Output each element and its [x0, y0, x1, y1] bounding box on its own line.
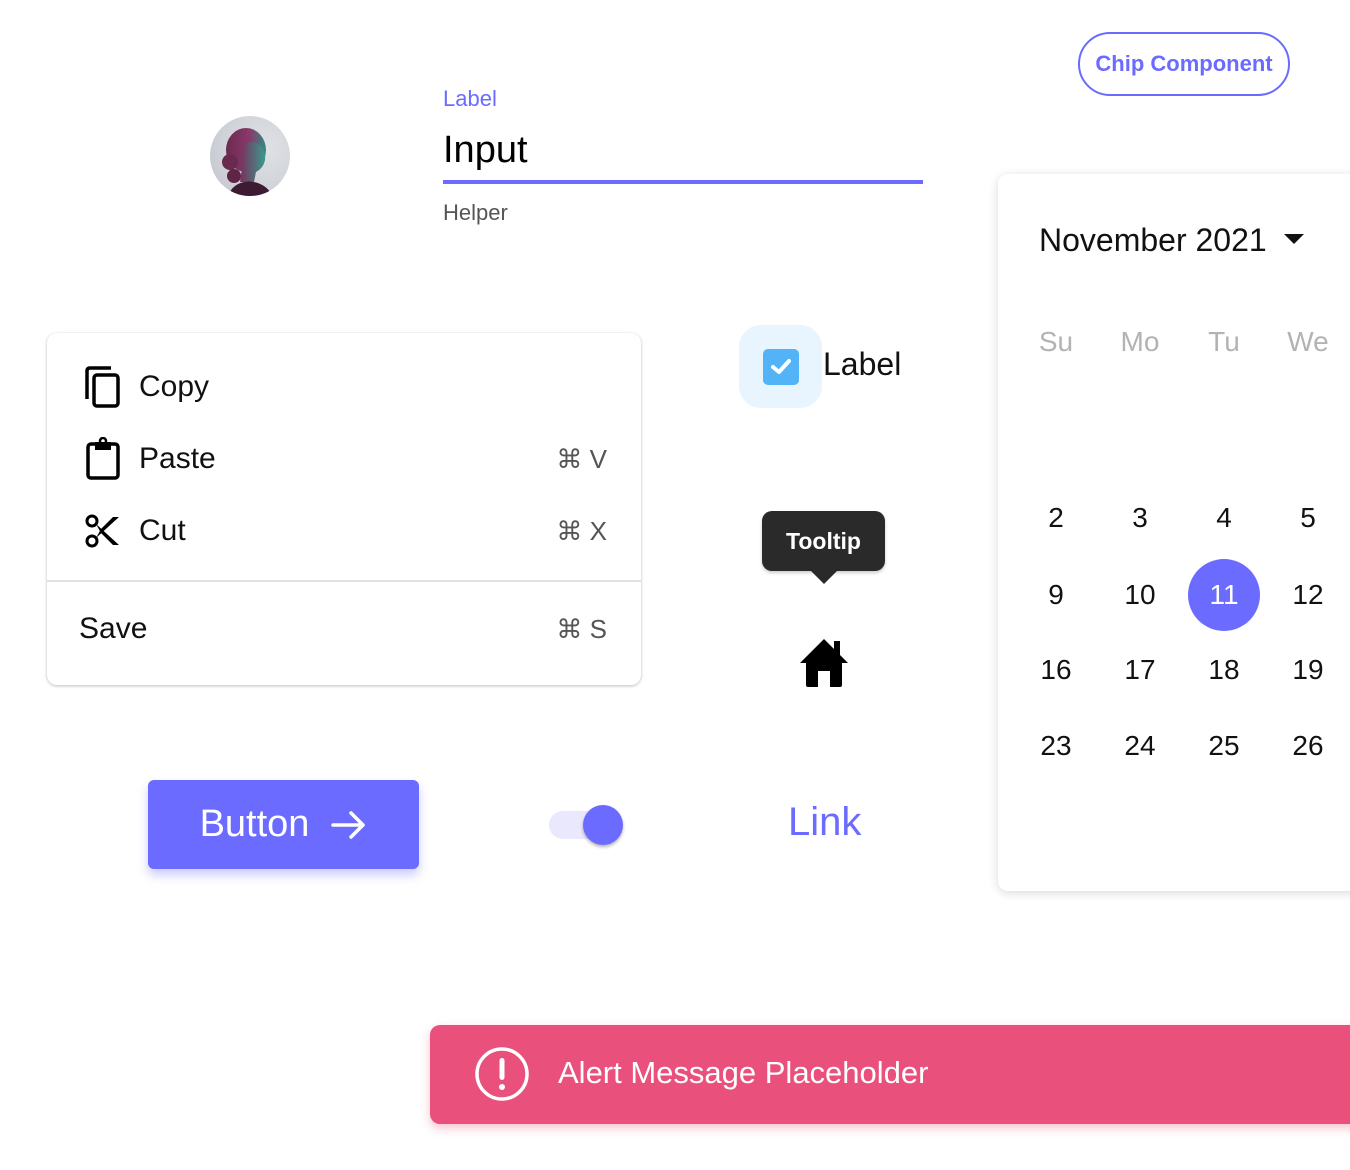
calendar-day[interactable]: 19	[1272, 634, 1344, 706]
menu-item-copy[interactable]: Copy	[47, 357, 641, 417]
calendar-day[interactable]: 2	[1020, 482, 1092, 554]
chip-label: Chip Component	[1095, 51, 1273, 76]
calendar-day[interactable]: 5	[1272, 482, 1344, 554]
checkbox[interactable]	[739, 325, 822, 408]
calendar-weekday: Tu	[1208, 326, 1240, 357]
calendar-day[interactable]: 3	[1104, 482, 1176, 554]
button-label: Button	[199, 803, 310, 845]
input-label: Label	[443, 86, 497, 111]
copy-icon	[83, 365, 123, 409]
menu-item-label: Paste	[139, 442, 216, 475]
checkbox-label: Label	[823, 346, 902, 382]
link[interactable]: Link	[788, 800, 861, 845]
menu-item-label: Copy	[139, 370, 210, 403]
menu-item-shortcut: ⌘ V	[556, 443, 607, 474]
calendar-day[interactable]: 9	[1020, 559, 1092, 631]
menu-item-label: Save	[79, 612, 148, 645]
calendar-day[interactable]: 26	[1272, 710, 1344, 782]
avatar-portrait	[222, 128, 272, 196]
avatar	[210, 116, 290, 196]
alert-message: Alert Message Placeholder	[558, 1055, 929, 1090]
calendar-day[interactable]: 16	[1020, 634, 1092, 706]
calendar-day[interactable]: 10	[1104, 559, 1176, 631]
alert-banner: Alert Message Placeholder	[430, 1025, 1350, 1124]
context-menu: Copy Paste ⌘ V Cut ⌘ X Save ⌘ S	[47, 333, 641, 685]
cut-icon	[83, 509, 123, 553]
menu-item-label: Cut	[139, 514, 186, 547]
tooltip-arrow	[810, 570, 838, 584]
tooltip: Tooltip	[762, 511, 885, 571]
calendar-day[interactable]: 17	[1104, 634, 1176, 706]
calendar-day-selected[interactable]: 11	[1188, 559, 1260, 631]
checkbox-box	[762, 348, 799, 385]
toggle-switch[interactable]	[549, 803, 625, 847]
calendar-weekday: We	[1287, 326, 1329, 357]
calendar-day[interactable]: 18	[1188, 634, 1260, 706]
menu-item-cut[interactable]: Cut ⌘ X	[47, 501, 641, 561]
calendar-day[interactable]: 4	[1188, 482, 1260, 554]
calendar-day[interactable]: 23	[1020, 710, 1092, 782]
calendar-day[interactable]: 12	[1272, 559, 1344, 631]
menu-item-paste[interactable]: Paste ⌘ V	[47, 429, 641, 489]
check-icon	[770, 358, 791, 374]
tooltip-text: Tooltip	[786, 527, 861, 554]
calendar-day[interactable]: 24	[1104, 710, 1176, 782]
text-input[interactable]	[443, 120, 923, 184]
arrow-right-icon	[331, 810, 366, 839]
date-picker: November 2021 Su Mo Tu We 2 3 4 5 9 10 1…	[998, 174, 1350, 891]
menu-item-shortcut: ⌘ X	[556, 515, 607, 546]
input-helper-text: Helper	[443, 200, 508, 225]
calendar-weekday: Mo	[1120, 326, 1160, 357]
menu-divider	[47, 580, 641, 582]
menu-item-shortcut: ⌘ S	[556, 613, 607, 644]
calendar-day[interactable]: 25	[1188, 710, 1260, 782]
primary-button[interactable]: Button	[148, 780, 419, 869]
paste-icon	[83, 437, 123, 481]
caret-down-icon[interactable]	[1284, 234, 1304, 244]
toggle-thumb	[583, 805, 623, 845]
calendar-weekday: Su	[1038, 326, 1074, 357]
home-icon[interactable]	[798, 637, 850, 689]
calendar-month-title[interactable]: November 2021	[1039, 222, 1267, 259]
alert-circle-icon	[475, 1047, 529, 1101]
menu-item-save[interactable]: Save ⌘ S	[47, 599, 641, 659]
chip[interactable]: Chip Component	[1078, 32, 1290, 96]
